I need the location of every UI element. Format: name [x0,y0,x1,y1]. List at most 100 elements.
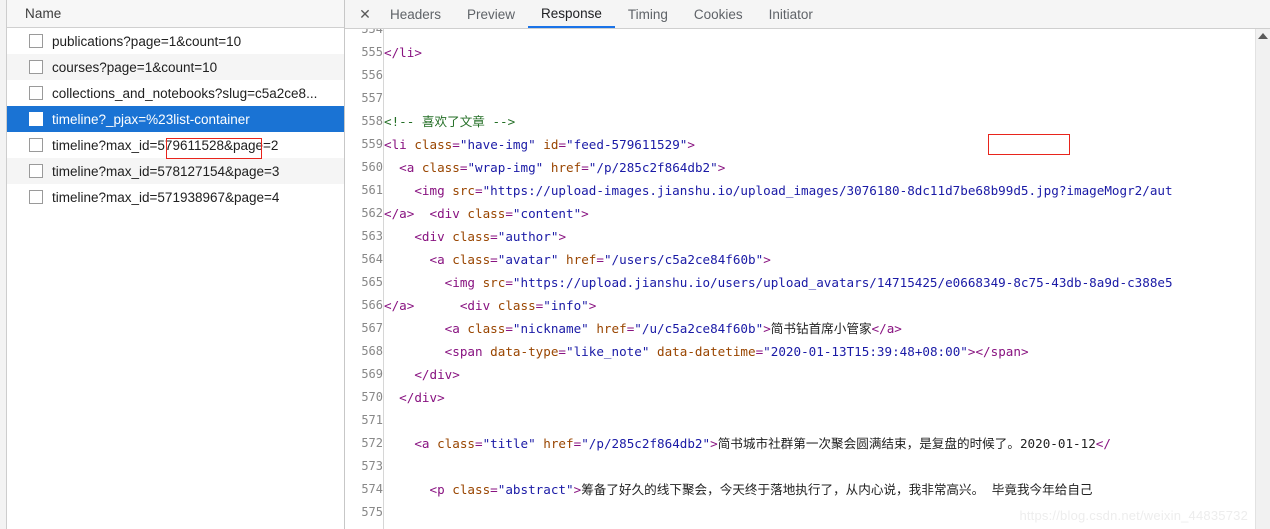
request-checkbox[interactable] [29,164,43,178]
request-row[interactable]: timeline?max_id=579611528&page=2 [7,132,344,158]
token-punc: <p [384,482,453,497]
token-attr: class [414,137,453,152]
token-val: "feed-579611529" [566,137,688,152]
token-punc: = [475,436,483,451]
token-txt: 简书钻首席小管家 [770,321,872,336]
tab-cookies[interactable]: Cookies [681,0,756,28]
code-line: 569 </div> [345,363,1255,386]
token-attr: class [452,229,491,244]
token-val: "2020-01-13T15:39:48+08:00" [763,344,968,359]
token-punc: > [763,321,771,336]
token-punc: > [763,252,771,267]
token-attr: class [452,482,491,497]
request-row[interactable]: timeline?max_id=578127154&page=3 [7,158,344,184]
request-rows: publications?page=1&count=10 courses?page… [7,28,344,529]
token-punc [543,160,551,175]
line-source [384,64,1256,87]
token-punc: </li> [384,45,422,60]
token-val: "abstract" [497,482,574,497]
token-val: "/u/c5a2ce84f60b" [634,321,764,336]
code-line: 559 <li class="have-img" id="feed-5796115… [345,133,1255,156]
token-punc: </a> <div [384,298,498,313]
request-row[interactable]: timeline?_pjax=%23list-container [7,106,344,132]
code-line: 556 [345,64,1255,87]
token-val: "title" [482,436,536,451]
token-attr: href [566,252,597,267]
token-val: "info" [543,298,589,313]
line-number: 554 [345,29,384,41]
token-punc: = [558,137,567,152]
code-line: 567 <a class="nickname" href="/u/c5a2ce8… [345,317,1255,340]
code-line: 570 </div> [345,386,1255,409]
token-cmt: <!-- 喜欢了文章 --> [384,114,516,129]
line-number: 555 [345,41,384,64]
request-row[interactable]: publications?page=1&count=10 [7,28,344,54]
response-body-viewer[interactable]: 554 555 </li> 556 557 558 <!-- 喜欢了文章 --> 559 <li… [345,29,1270,529]
token-punc: <a [384,252,453,267]
token-attr: class [467,206,506,221]
token-attr: id [543,137,559,152]
request-row[interactable]: courses?page=1&count=10 [7,54,344,80]
tab-initiator[interactable]: Initiator [756,0,826,28]
request-checkbox[interactable] [29,60,43,74]
token-val: "wrap-img" [467,160,544,175]
token-punc: = [490,482,498,497]
close-icon[interactable]: ✕ [353,0,377,28]
tab-timing[interactable]: Timing [615,0,681,28]
token-punc: <img [384,275,483,290]
request-row[interactable]: collections_and_notebooks?slug=c5a2ce8..… [7,80,344,106]
token-punc [558,252,566,267]
token-attr: src [482,275,506,290]
token-val: "https://upload.jianshu.io/users/upload_… [512,275,1173,290]
request-detail-panel: ✕ Headers Preview Response Timing Cookies Ini… [345,0,1270,529]
tab-response[interactable]: Response [528,0,615,28]
request-name-label: publications?page=1&count=10 [52,33,242,49]
tab-preview[interactable]: Preview [454,0,528,28]
code-line: 565 <img src="https://upload.jianshu.io/… [345,271,1255,294]
request-checkbox[interactable] [29,190,43,204]
line-number: 572 [345,432,384,455]
code-line: 563 <div class="author"> [345,225,1255,248]
token-punc: <img [384,183,453,198]
token-val: "/p/285c2f864db2" [588,160,718,175]
line-number: 563 [345,225,384,248]
line-source [384,409,1256,432]
token-punc: > [558,229,567,244]
request-checkbox[interactable] [29,34,43,48]
vertical-scrollbar[interactable] [1255,29,1270,529]
line-number: 559 [345,133,384,156]
token-punc: = [490,229,498,244]
token-attr: href [550,160,582,175]
scroll-up-arrow-icon[interactable] [1258,33,1268,39]
line-number: 569 [345,363,384,386]
code-line: 555 </li> [345,41,1255,64]
line-source: </div> [384,386,1256,409]
code-line: 561 <img src="https://upload-images.jian… [345,179,1255,202]
line-source [384,29,1256,41]
column-header-name[interactable]: Name [7,6,61,21]
code-scroll-area: 554 555 </li> 556 557 558 <!-- 喜欢了文章 --> 559 <li… [345,29,1255,529]
line-source: <div class="author"> [384,225,1256,248]
code-line: 557 [345,87,1255,110]
detail-tabbar: ✕ Headers Preview Response Timing Cookies Ini… [345,0,1270,29]
token-punc: <a [384,321,468,336]
token-val: "avatar" [497,252,559,267]
token-punc: <a [384,160,422,175]
token-punc: </div> [384,367,460,382]
request-row[interactable]: timeline?max_id=571938967&page=4 [7,184,344,210]
devtools-window: Name publications?page=1&count=10 courses… [0,0,1270,529]
line-number: 562 [345,202,384,225]
request-checkbox[interactable] [29,138,43,152]
line-number: 560 [345,156,384,179]
request-checkbox[interactable] [28,111,44,127]
line-source [384,455,1256,478]
request-checkbox[interactable] [29,86,43,100]
code-line: 574 <p class="abstract">筹备了好久的线下聚会，今天终于落… [345,478,1255,501]
token-punc: <li [384,137,415,152]
token-val: "content" [512,206,582,221]
tab-headers[interactable]: Headers [377,0,454,28]
token-punc: </a> [871,321,902,336]
line-source: </a> <div class="info"> [384,294,1256,317]
token-punc: ></span> [967,344,1029,359]
watermark-text: https://blog.csdn.net/weixin_44835732 [1019,508,1248,523]
